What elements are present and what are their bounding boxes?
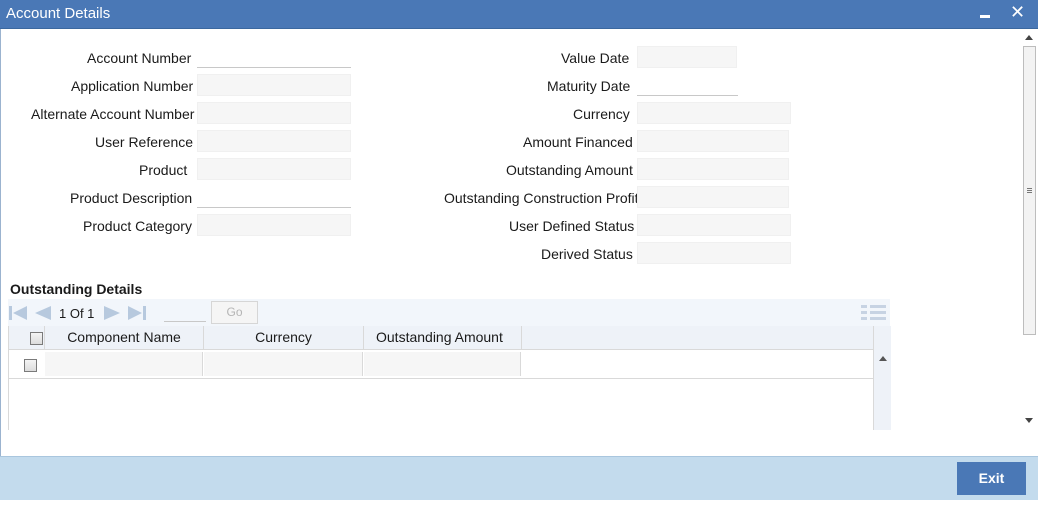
application-number-field[interactable] xyxy=(197,74,351,96)
first-page-icon[interactable] xyxy=(8,304,28,322)
account-details-panel: Account Number Application Number Altern… xyxy=(0,29,1038,456)
go-button[interactable]: Go xyxy=(211,301,258,324)
amount-financed-label: Amount Financed xyxy=(523,134,633,150)
column-header-outstanding-amount[interactable]: Outstanding Amount xyxy=(364,326,522,350)
maturity-date-label: Maturity Date xyxy=(547,78,631,94)
grid-scrollbar[interactable] xyxy=(873,326,891,430)
scroll-down-icon[interactable] xyxy=(1025,418,1033,423)
prev-page-icon[interactable] xyxy=(32,304,52,322)
scrollbar-thumb[interactable] xyxy=(1023,46,1036,335)
close-button[interactable]: ✕ xyxy=(1010,2,1025,22)
outstanding-construction-profit-field[interactable] xyxy=(637,186,789,208)
product-field[interactable] xyxy=(197,158,351,180)
select-all-checkbox[interactable] xyxy=(30,332,43,345)
user-defined-status-field[interactable] xyxy=(637,214,791,236)
grid-toolbar: 1 Of 1 Go xyxy=(8,299,890,326)
page-number-input[interactable] xyxy=(164,302,206,322)
outstanding-details-title: Outstanding Details xyxy=(10,281,143,297)
minimize-button[interactable] xyxy=(980,4,990,24)
scroll-up-icon[interactable] xyxy=(1025,35,1033,40)
derived-status-field[interactable] xyxy=(637,242,791,264)
page-indicator: 1 Of 1 xyxy=(59,306,95,321)
column-header-component-name[interactable]: Component Name xyxy=(45,326,204,350)
user-defined-status-label: User Defined Status xyxy=(509,218,635,234)
product-category-label: Product Category xyxy=(83,218,192,234)
amount-financed-field[interactable] xyxy=(637,130,789,152)
close-icon: ✕ xyxy=(1010,2,1026,22)
maturity-date-field[interactable] xyxy=(637,74,738,96)
component-name-cell[interactable] xyxy=(45,352,203,376)
last-page-icon[interactable] xyxy=(127,304,147,322)
next-page-icon[interactable] xyxy=(103,304,123,322)
minimize-icon xyxy=(980,15,990,19)
derived-status-label: Derived Status xyxy=(541,246,633,262)
grid-header: Component Name Currency Outstanding Amou… xyxy=(9,326,873,350)
value-date-label: Value Date xyxy=(561,50,630,66)
account-number-field[interactable] xyxy=(197,46,351,68)
product-label: Product xyxy=(139,162,188,178)
currency-cell[interactable] xyxy=(204,352,363,376)
user-reference-field[interactable] xyxy=(197,130,351,152)
value-date-field[interactable] xyxy=(637,46,737,68)
page-scrollbar[interactable] xyxy=(1021,29,1038,431)
outstanding-construction-profit-label: Outstanding Construction Profit xyxy=(444,190,639,206)
grid-scroll-up-icon[interactable] xyxy=(879,356,887,361)
outstanding-amount-cell[interactable] xyxy=(364,352,521,376)
alternate-account-number-field[interactable] xyxy=(197,102,351,124)
product-description-label: Product Description xyxy=(70,190,193,206)
list-view-icon[interactable] xyxy=(861,303,886,322)
window-title-bar: Account Details ✕ xyxy=(0,0,1038,29)
outstanding-amount-field[interactable] xyxy=(637,158,789,180)
user-reference-label: User Reference xyxy=(95,134,194,150)
outstanding-details-grid: Component Name Currency Outstanding Amou… xyxy=(8,326,891,430)
product-description-field[interactable] xyxy=(197,186,351,208)
table-row xyxy=(9,350,873,379)
currency-label: Currency xyxy=(573,106,630,122)
alternate-account-number-label: Alternate Account Number xyxy=(31,106,195,122)
bottom-margin xyxy=(0,500,1038,508)
footer-bar: Exit xyxy=(0,456,1038,500)
outstanding-amount-label: Outstanding Amount xyxy=(506,162,633,178)
grip-icon xyxy=(1027,188,1032,193)
column-header-currency[interactable]: Currency xyxy=(204,326,364,350)
product-category-field[interactable] xyxy=(197,214,351,236)
window-title: Account Details xyxy=(6,5,111,22)
exit-button[interactable]: Exit xyxy=(957,462,1026,495)
application-number-label: Application Number xyxy=(71,78,194,94)
account-number-label: Account Number xyxy=(87,50,192,66)
row-checkbox[interactable] xyxy=(24,359,37,372)
currency-field[interactable] xyxy=(637,102,791,124)
